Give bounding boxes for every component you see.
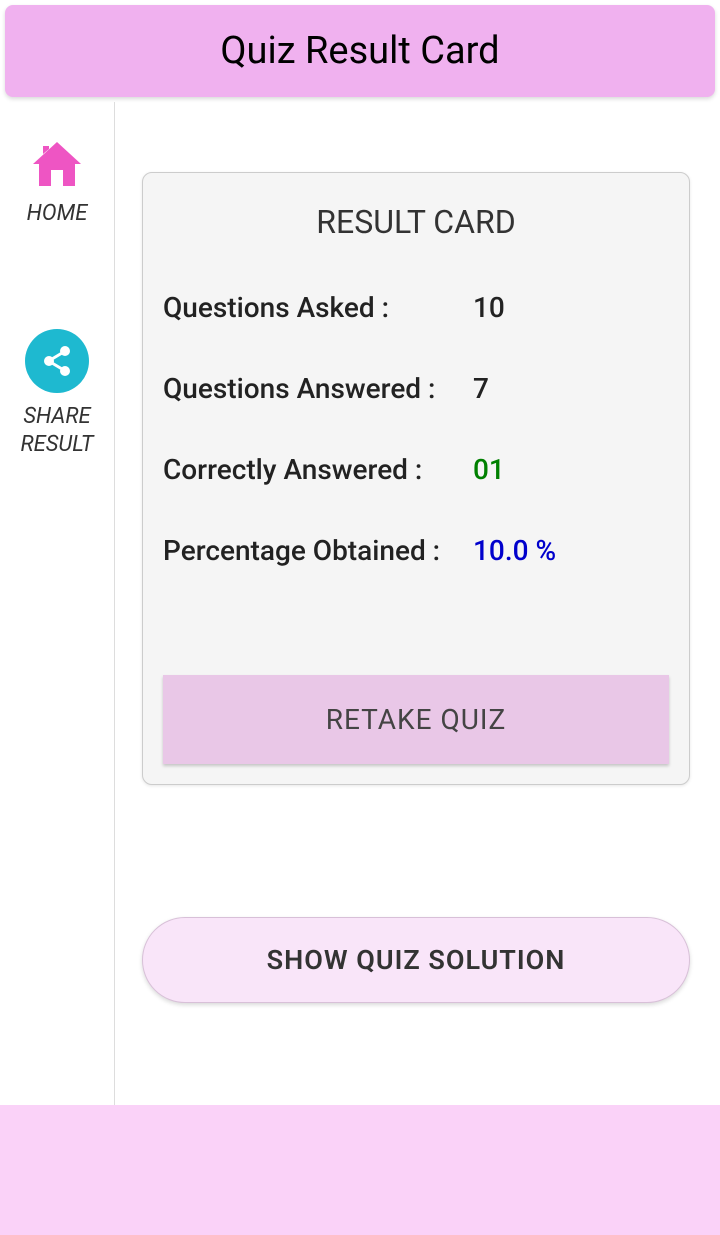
- result-row-correct: Correctly Answered : 01: [163, 453, 669, 486]
- page-title: Quiz Result Card: [5, 29, 715, 73]
- sidebar-item-home[interactable]: HOME: [27, 142, 88, 229]
- result-label: Correctly Answered :: [163, 453, 473, 486]
- retake-quiz-button[interactable]: RETAKE QUIZ: [163, 675, 669, 764]
- app-header: Quiz Result Card: [5, 5, 715, 97]
- result-card-title: RESULT CARD: [163, 203, 669, 241]
- result-label: Questions Answered :: [163, 372, 473, 405]
- result-value: 01: [473, 453, 505, 486]
- result-value: 10.0 %: [473, 534, 556, 567]
- sidebar-home-label: HOME: [27, 200, 88, 229]
- home-icon: [33, 142, 81, 190]
- result-label: Percentage Obtained :: [163, 534, 473, 567]
- result-value: 10: [473, 291, 505, 324]
- result-row-answered: Questions Answered : 7: [163, 372, 669, 405]
- result-card: RESULT CARD Questions Asked : 10 Questio…: [142, 172, 690, 785]
- sidebar-share-label: SHARE RESULT: [0, 403, 114, 460]
- result-value: 7: [473, 372, 489, 405]
- result-row-asked: Questions Asked : 10: [163, 291, 669, 324]
- result-label: Questions Asked :: [163, 291, 473, 324]
- content-wrapper: HOME SHARE RESULT RESULT CARD Quest: [0, 102, 720, 1227]
- share-icon: [25, 329, 89, 393]
- bottom-bar: [0, 1105, 720, 1235]
- show-solution-button[interactable]: SHOW QUIZ SOLUTION: [142, 917, 690, 1003]
- result-row-percentage: Percentage Obtained : 10.0 %: [163, 534, 669, 567]
- sidebar: HOME SHARE RESULT: [0, 102, 115, 1227]
- sidebar-item-share[interactable]: SHARE RESULT: [0, 329, 114, 460]
- main-content: RESULT CARD Questions Asked : 10 Questio…: [115, 102, 720, 1227]
